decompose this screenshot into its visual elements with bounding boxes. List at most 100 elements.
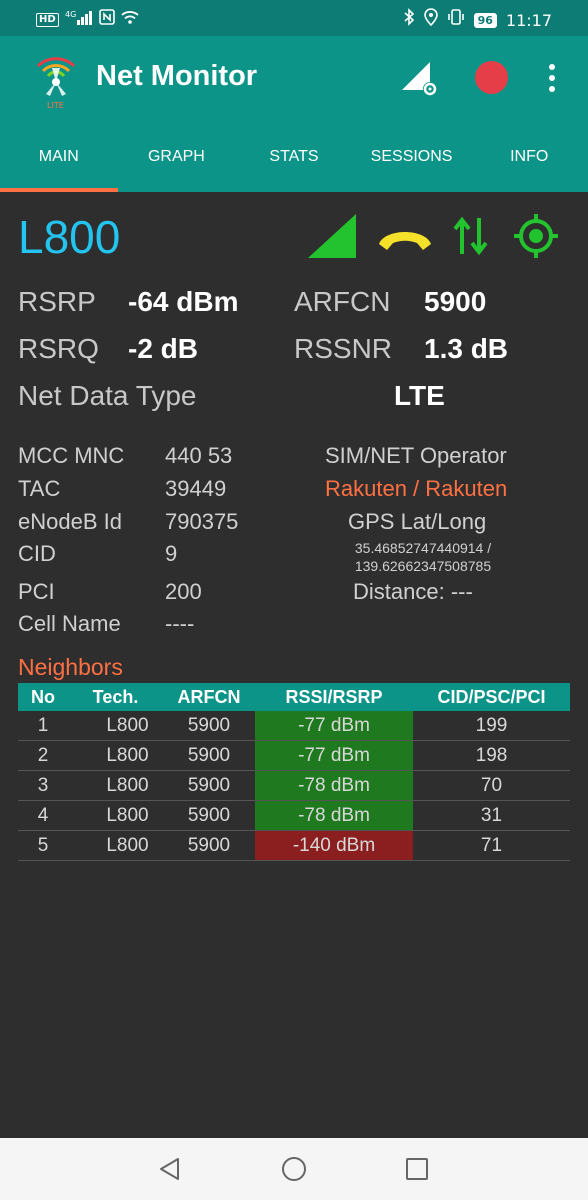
gps-latitude: 35.46852747440914 /	[354, 540, 492, 556]
row-no: 3	[18, 770, 68, 801]
operator-label: SIM/NET Operator	[325, 443, 507, 468]
row-rsrp: -77 dBm	[255, 711, 413, 741]
rsrp-label: RSRP	[18, 286, 96, 317]
hd-badge: HD	[36, 13, 59, 27]
row-rsrp: -140 dBm	[255, 830, 413, 861]
status-bar: HD 4G 96 11:17	[0, 0, 588, 36]
row-no: 1	[18, 711, 68, 741]
wifi-icon	[121, 9, 139, 31]
tac-value: 39449	[165, 476, 227, 501]
row-cid: 31	[413, 800, 570, 831]
rsrq-label: RSRQ	[18, 333, 99, 364]
neighbors-header-row: No Tech. ARFCN RSSI/RSRP CID/PSC/PCI	[18, 683, 570, 711]
tab-info[interactable]: INFO	[470, 122, 588, 192]
gps-fix-icon	[514, 214, 558, 258]
row-arfcn: 5900	[163, 740, 255, 771]
gps-longitude: 139.62662347508785	[354, 558, 492, 574]
network-type-label: 4G	[65, 10, 76, 19]
col-cid-psc-pci: CID/PSC/PCI	[413, 683, 570, 711]
tab-sessions[interactable]: SESSIONS	[353, 122, 471, 192]
tab-graph[interactable]: GRAPH	[118, 122, 236, 192]
bluetooth-icon	[403, 8, 415, 32]
row-arfcn: 5900	[163, 830, 255, 861]
row-tech: L800	[68, 830, 163, 861]
operator-value: Rakuten / Rakuten	[325, 476, 508, 501]
4g-signal-icon: 4G	[65, 9, 93, 31]
rsrq-value: -2 dB	[128, 333, 198, 364]
clock: 11:17	[505, 10, 552, 30]
signal-settings-icon[interactable]	[400, 58, 440, 98]
row-tech: L800	[68, 770, 163, 801]
enodeb-label: eNodeB Id	[18, 509, 122, 534]
row-arfcn: 5900	[163, 770, 255, 801]
gps-coordinates: 35.46852747440914 / 139.62662347508785	[330, 539, 516, 575]
col-no: No	[18, 683, 68, 711]
app-title: Net Monitor	[96, 60, 258, 92]
row-tech: L800	[68, 711, 163, 741]
vibrate-icon	[447, 8, 465, 32]
rsrp-value: -64 dBm	[128, 286, 239, 317]
table-row: 3 L800 5900 -78 dBm 70	[18, 770, 570, 801]
col-arfcn: ARFCN	[163, 683, 255, 711]
row-cid: 71	[413, 830, 570, 861]
table-row: 5 L800 5900 -140 dBm 71	[18, 830, 570, 861]
logo-badge: LITE	[47, 101, 64, 110]
table-row: 1 L800 5900 -77 dBm 199	[18, 711, 570, 741]
row-no: 5	[18, 830, 68, 861]
tab-main[interactable]: MAIN	[0, 122, 118, 192]
more-options-icon[interactable]	[548, 64, 556, 94]
row-rsrp: -78 dBm	[255, 800, 413, 831]
net-data-type-label: Net Data Type	[18, 380, 197, 411]
home-icon[interactable]	[282, 1157, 306, 1181]
pci-value: 200	[165, 579, 202, 604]
band-label: L800	[18, 211, 121, 263]
cell-name-value: ----	[165, 611, 195, 636]
signal-strength-icon	[308, 214, 356, 258]
row-tech: L800	[68, 740, 163, 771]
app-bar: LITE Net Monitor	[0, 36, 588, 122]
table-row: 2 L800 5900 -77 dBm 198	[18, 740, 570, 771]
cell-name-label: Cell Name	[18, 611, 121, 636]
row-arfcn: 5900	[163, 711, 255, 741]
gps-label: GPS Lat/Long	[348, 509, 487, 534]
enodeb-value: 790375	[165, 509, 239, 534]
neighbors-title: Neighbors	[18, 654, 123, 680]
rssnr-label: RSSNR	[294, 333, 393, 364]
row-no: 2	[18, 740, 68, 771]
row-cid: 199	[413, 711, 570, 741]
arfcn-value: 5900	[424, 286, 487, 317]
data-activity-icon	[453, 216, 488, 256]
neighbors-table: No Tech. ARFCN RSSI/RSRP CID/PSC/PCI 1 L…	[18, 683, 570, 861]
battery-icon: 96	[473, 12, 497, 28]
pci-label: PCI	[18, 579, 55, 604]
row-rsrp: -77 dBm	[255, 740, 413, 771]
row-no: 4	[18, 800, 68, 831]
row-cid: 70	[413, 770, 570, 801]
tab-stats[interactable]: STATS	[235, 122, 353, 192]
tab-bar: MAIN GRAPH STATS SESSIONS INFO	[0, 122, 588, 192]
col-rssi-rsrp: RSSI/RSRP	[255, 683, 413, 711]
distance-label: Distance: ---	[353, 579, 473, 604]
call-state-icon	[379, 232, 431, 250]
location-icon	[423, 8, 438, 32]
recent-apps-icon[interactable]	[406, 1158, 428, 1180]
arfcn-label: ARFCN	[294, 286, 391, 317]
navigation-bar	[0, 1138, 588, 1200]
cid-value: 9	[165, 541, 178, 566]
col-tech: Tech.	[68, 683, 163, 711]
nfc-icon	[98, 9, 115, 31]
row-tech: L800	[68, 800, 163, 831]
table-row: 4 L800 5900 -78 dBm 31	[18, 800, 570, 831]
row-arfcn: 5900	[163, 800, 255, 831]
rssnr-value: 1.3 dB	[424, 333, 509, 364]
row-cid: 198	[413, 740, 570, 771]
mcc-mnc-value: 440 53	[165, 443, 233, 468]
cid-label: CID	[18, 541, 56, 566]
tac-label: TAC	[18, 476, 61, 501]
mcc-mnc-label: MCC MNC	[18, 443, 125, 468]
record-button[interactable]	[475, 61, 508, 94]
row-rsrp: -78 dBm	[255, 770, 413, 801]
net-data-type-value: LTE	[394, 380, 445, 411]
app-logo-icon: LITE	[36, 57, 76, 110]
back-icon[interactable]	[158, 1157, 182, 1181]
